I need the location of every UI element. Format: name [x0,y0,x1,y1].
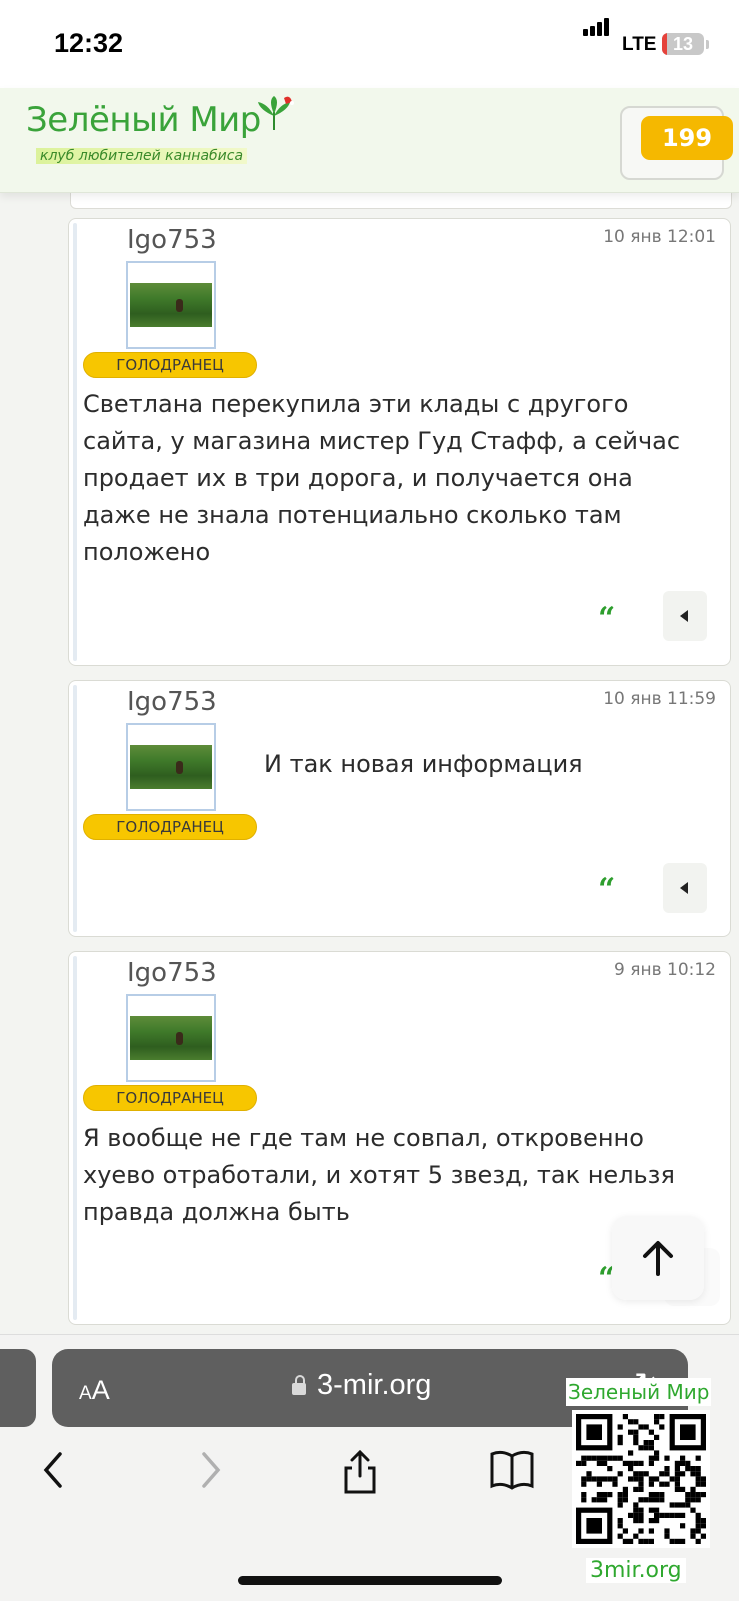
post-text-line: хуево отработали, и хотят 5 звезд, так н… [83,1161,675,1189]
bookmarks-icon[interactable] [488,1448,536,1492]
post-author[interactable]: Igo753 [127,958,217,988]
post-date[interactable]: 9 янв 10:12 [614,960,716,980]
previous-post-edge [70,192,732,209]
qr-code-icon [572,1410,710,1548]
quote-icon[interactable]: “ [598,604,615,634]
post-date[interactable]: 10 янв 12:01 [603,227,716,247]
user-rank-badge: ГОЛОДРАНЕЦ [83,814,257,840]
cannabis-leaf-icon [258,96,294,130]
watermark-bottom-text: 3mir.org [586,1558,686,1583]
post-author[interactable]: Igo753 [127,687,217,717]
forward-icon[interactable] [196,1448,226,1492]
post-author[interactable]: Igo753 [127,225,217,255]
post-date[interactable]: 10 янв 11:59 [603,689,716,709]
post-body: Я вообще не где там не совпал, откровенн… [83,1120,675,1231]
post-text-line: Светлана перекупила эти клады с другого [83,390,629,418]
post-text-line: сайта, у магазина мистер Гуд Стафф, а се… [83,427,681,455]
back-icon[interactable] [38,1448,68,1492]
site-logo[interactable]: Зелёный Мир клуб любителей каннабиса [24,96,304,173]
qr-watermark: Зеленый Мир 3mir.org [566,1378,716,1592]
battery-percent: 13 [672,34,694,54]
avatar[interactable] [126,723,216,811]
post-text-line: Я вообще не где там не совпал, откровенн… [83,1124,644,1152]
avatar-image [130,745,212,789]
avatar[interactable] [126,261,216,349]
post-body: Светлана перекупила эти клады с другого … [83,386,680,571]
avatar-image [130,1016,212,1060]
forum-post: Igo753 10 янв 11:59 ГОЛОДРАНЕЦ И так нов… [68,680,731,937]
home-indicator [238,1576,502,1585]
post-text-line: даже не знала потенциально сколько там [83,501,622,529]
post-text-line: продает их в три дорога, и получается он… [83,464,633,492]
user-rank-badge: ГОЛОДРАНЕЦ [83,1085,257,1111]
quote-icon[interactable]: “ [598,875,615,905]
site-header: Зелёный Мир клуб любителей каннабиса 199 [0,88,739,193]
user-rank-badge: ГОЛОДРАНЕЦ [83,352,257,378]
forum-post: Igo753 10 янв 12:01 ГОЛОДРАНЕЦ Светлана … [68,218,731,666]
reader-settings-button[interactable]: AA [79,1375,110,1406]
caret-left-icon[interactable] [663,863,707,913]
url-text[interactable]: 3-mir.org [317,1369,431,1402]
battery-tip [706,40,709,49]
logo-subtitle: клуб любителей каннабиса [36,148,248,164]
post-text-line: правда должна быть [83,1198,350,1226]
post-body: И так новая информация [264,746,583,783]
previous-tab[interactable] [0,1349,36,1427]
watermark-top-text: Зеленый Мир [566,1378,712,1406]
network-type: LTE [622,34,657,55]
caret-left-icon[interactable] [663,591,707,641]
battery-icon: 13 [662,33,704,55]
aa-small: A [79,1383,92,1404]
share-icon[interactable] [340,1448,380,1496]
avatar[interactable] [126,994,216,1082]
arrow-up-icon[interactable] [612,1216,704,1300]
logo-title: Зелёный Мир [26,100,261,140]
post-text-line: И так новая информация [264,750,583,778]
post-text-line: положено [83,538,211,566]
arrow-up-glyph [643,1241,673,1276]
notification-count-badge[interactable]: 199 [641,116,733,160]
aa-large: A [91,1375,110,1405]
lock-icon [292,1375,306,1395]
status-time: 12:32 [54,28,124,58]
status-bar: 12:32 LTE 13 [0,0,739,88]
avatar-image [130,283,212,327]
